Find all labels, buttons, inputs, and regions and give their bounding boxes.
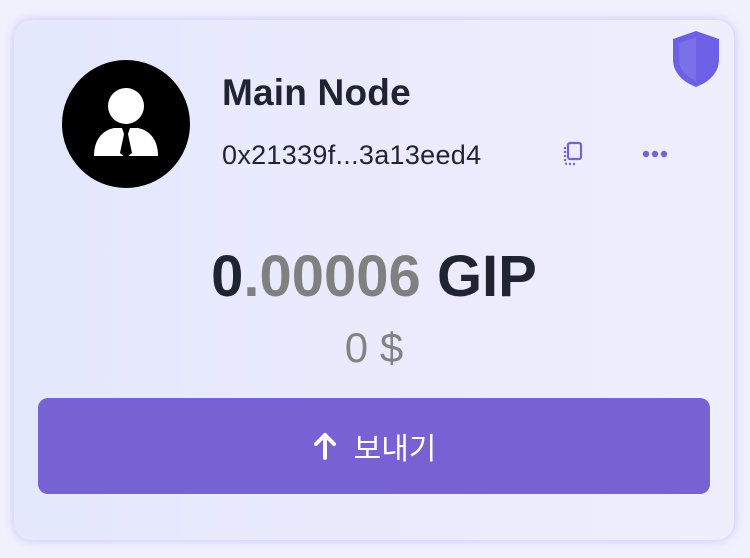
copy-icon — [563, 141, 583, 166]
send-button[interactable]: 보내기 — [38, 398, 710, 494]
more-horizontal-icon — [642, 150, 668, 158]
more-options-button[interactable] — [634, 140, 676, 168]
node-name: Main Node — [222, 72, 411, 113]
wallet-address: 0x21339f...3a13eed4 — [222, 140, 482, 170]
user-avatar-icon — [94, 88, 158, 158]
copy-address-button[interactable] — [560, 138, 588, 170]
fiat-value: 0 $ — [344, 324, 404, 371]
avatar — [62, 60, 190, 188]
balance-amount: 0.00006 GIP — [14, 242, 734, 312]
arrow-up-icon — [313, 433, 336, 460]
send-button-label: 보내기 — [353, 432, 437, 467]
balance-unit: GIP — [436, 244, 537, 309]
balance-whole: 0 — [211, 244, 244, 309]
wallet-card: Main Node 0x21339f...3a13eed4 0.00006 GI… — [14, 20, 734, 540]
balance-fraction: .00006 — [243, 244, 421, 309]
shield-icon — [668, 28, 724, 90]
